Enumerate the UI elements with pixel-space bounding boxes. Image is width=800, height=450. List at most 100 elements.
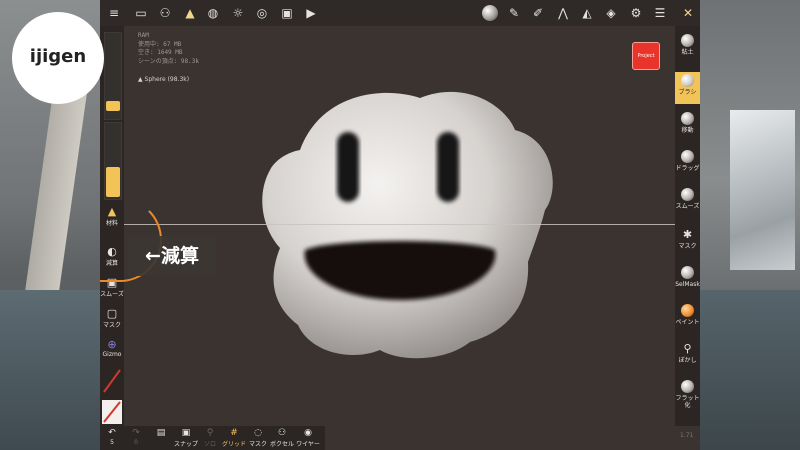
flatten-tool-label: フラット化: [675, 395, 700, 409]
mask-brush-label: マスク: [678, 243, 697, 250]
grid-icon: #: [230, 428, 238, 438]
symmetry-icon[interactable]: ⋀: [555, 5, 571, 21]
scene-vertices: シーンの頂点: 98.3k: [138, 57, 199, 65]
topology-icon[interactable]: ▲: [182, 5, 198, 21]
undo-button[interactable]: ↶ 5: [104, 428, 120, 446]
sun-icon[interactable]: ☼: [230, 5, 246, 21]
radius-slider[interactable]: [104, 32, 122, 120]
ram-label: RAM: [138, 32, 149, 39]
pen-icon[interactable]: ✎: [506, 5, 522, 21]
ijigen-logo: ijigen: [12, 12, 104, 104]
solo-label: ソロ: [203, 441, 216, 448]
model-right-eye: [437, 132, 459, 202]
selmask-tool[interactable]: SelMask: [675, 264, 700, 296]
image-icon[interactable]: ▣: [279, 5, 295, 21]
wireframe-button[interactable]: ◉ ワイヤー: [295, 428, 321, 448]
clay-tool[interactable]: 粘土: [675, 32, 700, 64]
scene-graph-icon[interactable]: ⚇: [157, 5, 173, 21]
paint-tool-label: ペイント: [675, 319, 700, 326]
wireframe-label: ワイヤー: [296, 441, 320, 448]
move-tool[interactable]: 移動: [675, 110, 700, 142]
version-label: 1.71: [680, 432, 694, 439]
drag-tool[interactable]: ドラッグ: [675, 148, 700, 180]
mesh-list-item[interactable]: ▲ Sphere (98.3k): [138, 76, 189, 83]
mask-brush-tool[interactable]: ✱ マスク: [675, 226, 700, 258]
undo-icon: ↶: [108, 428, 116, 438]
model-left-eye: [337, 132, 359, 202]
radius-slider-handle[interactable]: [106, 101, 120, 111]
selmask-tool-icon: [681, 266, 694, 279]
memory-info: RAM 使用中: 67 MB 空き: 1649 MB シーンの頂点: 98.3k: [138, 32, 199, 66]
material-icon[interactable]: ◎: [254, 5, 270, 21]
voxel-label: ボクセル: [270, 441, 295, 448]
sliders-icon[interactable]: ☰: [652, 5, 668, 21]
mask-visibility-label: マスク: [248, 441, 267, 448]
triangle-icon[interactable]: ◭: [579, 5, 595, 21]
drag-tool-label: ドラッグ: [675, 165, 700, 172]
move-tool-label: 移動: [681, 127, 694, 134]
clay-tool-label: 粘土: [681, 49, 694, 56]
brush-tool-label: ブラシ: [678, 89, 697, 96]
smooth-brush-label: スムーズ: [675, 203, 700, 210]
flatten-tool[interactable]: フラット化: [675, 378, 700, 416]
video-icon[interactable]: ▶: [303, 5, 319, 21]
history-icon: ▤: [156, 428, 166, 438]
smooth-brush-icon: [681, 188, 694, 201]
layers-icon[interactable]: ◈: [603, 5, 619, 21]
menu-icon[interactable]: ≡: [106, 5, 122, 21]
ram-used: 使用中: 67 MB: [138, 40, 182, 48]
move-tool-icon: [681, 112, 694, 125]
blur-tool-label: ぼかし: [678, 357, 697, 364]
redo-button[interactable]: ↷ 0: [128, 428, 144, 446]
selmask-tool-label: SelMask: [675, 281, 700, 288]
snap-icon: ▣: [181, 428, 191, 438]
history-button[interactable]: ▤: [152, 428, 170, 439]
redo-count: 0: [134, 439, 138, 446]
snap-label: スナップ: [173, 441, 198, 448]
logo-text: ijigen: [29, 46, 87, 67]
grid-label: グリッド: [221, 441, 246, 448]
clay-tool-icon: [681, 34, 694, 47]
brush-tool-icon: [681, 74, 694, 87]
brush-tool[interactable]: ブラシ: [675, 72, 700, 104]
solo-button[interactable]: ⚲ ソロ: [201, 428, 219, 448]
dropper-icon[interactable]: ✐: [530, 5, 546, 21]
grid-button[interactable]: # グリッド: [221, 428, 247, 448]
gizmo-tool[interactable]: ⊕ Gizmo: [100, 338, 124, 359]
blur-tool-icon: ⚲: [683, 342, 692, 355]
gizmo-tool-label: Gizmo: [102, 351, 122, 358]
matcap-sphere-icon[interactable]: [482, 5, 498, 21]
model-body[interactable]: [262, 91, 553, 359]
color-swatch-red[interactable]: [102, 368, 122, 394]
flatten-tool-icon: [681, 380, 694, 393]
solo-icon: ⚲: [206, 428, 214, 438]
mask-icon: ▢: [106, 307, 118, 320]
mask-brush-icon: ✱: [682, 228, 693, 241]
undo-count: 5: [110, 439, 114, 446]
redo-icon: ↷: [132, 428, 140, 438]
intensity-slider[interactable]: [104, 122, 122, 200]
voxel-button[interactable]: ⚇ ボクセル: [270, 428, 294, 448]
eye-off-icon: ◌: [254, 428, 262, 438]
mesh-name: Sphere (98.3k): [144, 76, 190, 83]
tools-icon[interactable]: ✕: [680, 5, 696, 21]
mask-tool[interactable]: ▢ マスク: [100, 307, 124, 330]
project-button[interactable]: Project: [632, 42, 660, 70]
voxel-icon: ⚇: [277, 428, 287, 438]
mask-visibility-button[interactable]: ◌ マスク: [248, 428, 268, 448]
smooth-tool-label: スムーズ: [100, 291, 124, 298]
folder-icon[interactable]: ▭: [133, 5, 149, 21]
wireframe-icon: ◉: [304, 428, 312, 438]
ram-free: 空き: 1649 MB: [138, 49, 183, 56]
smooth-brush-tool[interactable]: スムーズ: [675, 186, 700, 218]
blur-tool[interactable]: ⚲ ぼかし: [675, 340, 700, 372]
color-swatch-white[interactable]: [102, 400, 122, 424]
mask-tool-label: マスク: [102, 322, 121, 329]
gizmo-icon: ⊕: [107, 338, 117, 351]
globe-icon[interactable]: ◍: [205, 5, 221, 21]
gear-icon[interactable]: ⚙: [628, 5, 644, 21]
symmetry-line: [124, 224, 675, 225]
paint-tool[interactable]: ペイント: [675, 302, 700, 334]
snap-button[interactable]: ▣ スナップ: [173, 428, 199, 448]
intensity-slider-fill[interactable]: [106, 167, 120, 197]
